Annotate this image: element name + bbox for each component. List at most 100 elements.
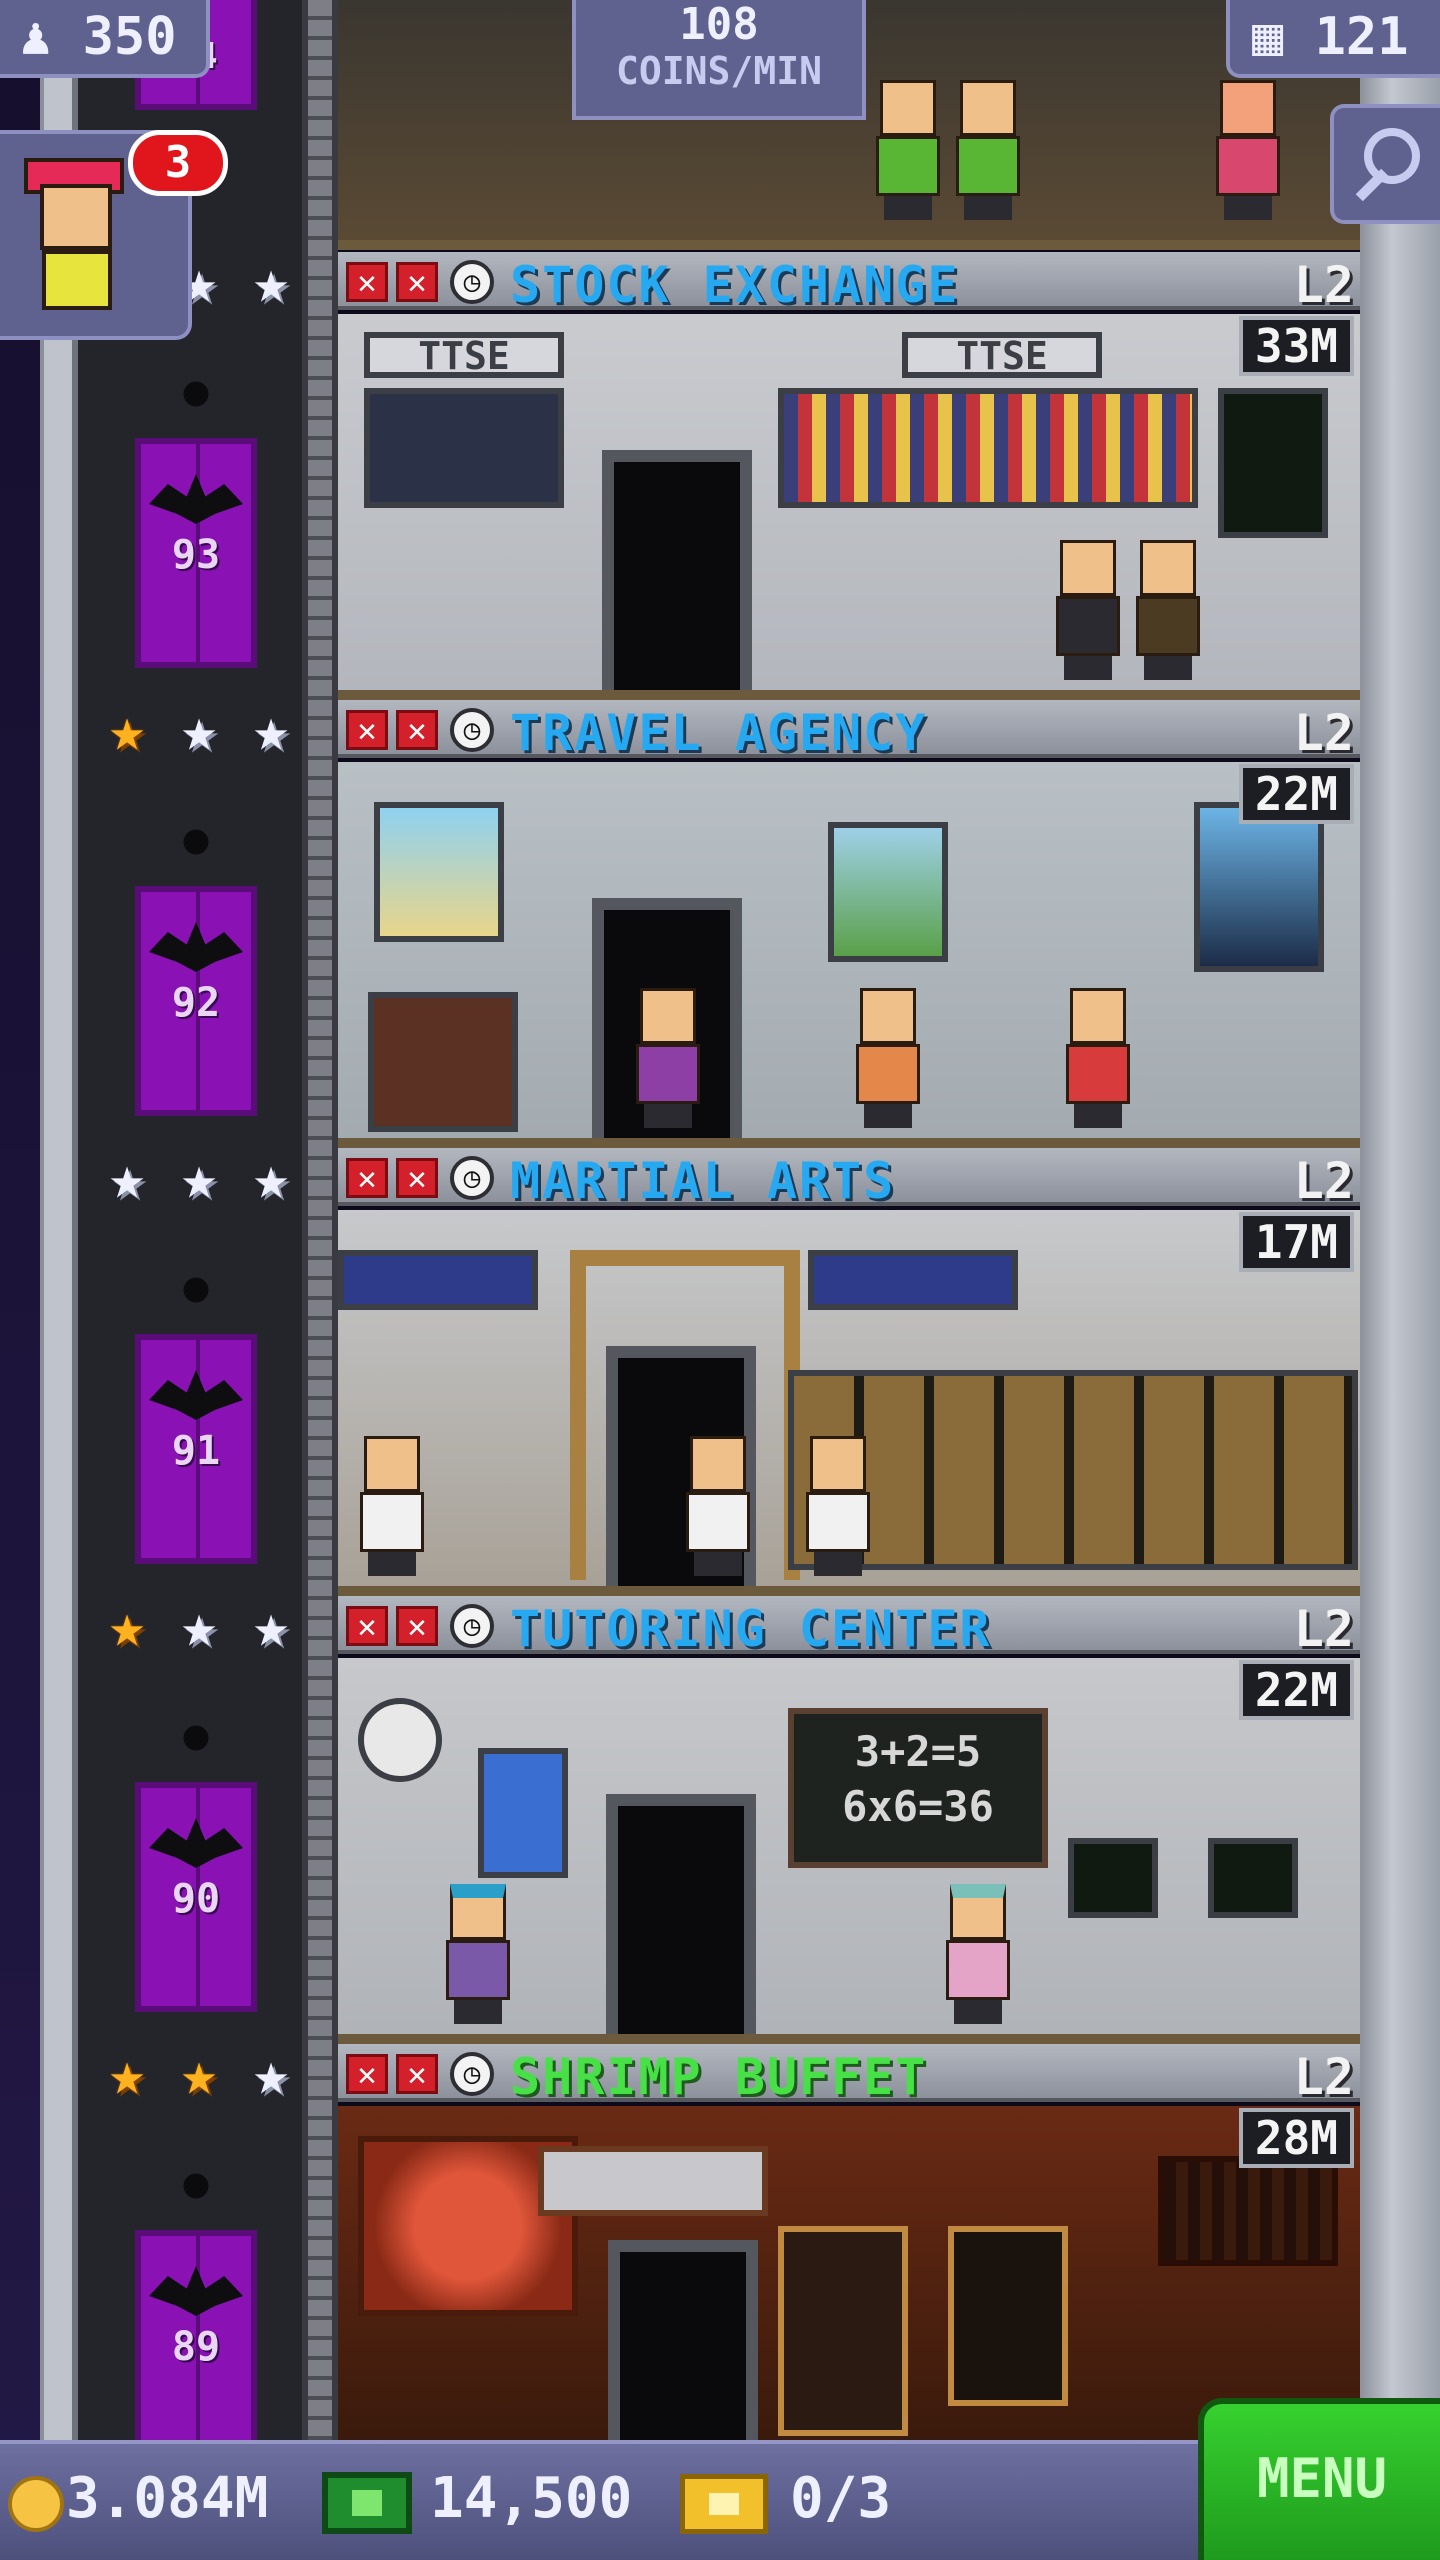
floor-level: L2 xyxy=(1293,2048,1354,2106)
star-icon: ★ xyxy=(108,2039,146,2109)
bitizen[interactable] xyxy=(938,1884,1018,2024)
floor-counter[interactable]: ▦ 121 xyxy=(1226,0,1440,78)
bitizen[interactable] xyxy=(948,80,1028,220)
room-door xyxy=(602,450,752,690)
x-icon: ✕ xyxy=(396,262,438,302)
room-interior: 3+2=5 6x6=36 xyxy=(338,1658,1360,2044)
elevator-door-92[interactable]: 92 xyxy=(135,886,257,1116)
clock-icon: ◷ xyxy=(450,1604,494,1648)
floor-title-bar[interactable]: ✕ ✕ ◷ TUTORING CENTER L2 xyxy=(338,1596,1360,1658)
floor-title-bar[interactable]: ✕ ✕ ◷ TRAVEL AGENCY L2 xyxy=(338,700,1360,762)
floor-title-bar[interactable]: ✕ ✕ ◷ SHRIMP BUFFET L2 xyxy=(338,2044,1360,2106)
wall-banner xyxy=(808,1250,1018,1310)
computer-monitor xyxy=(1208,1838,1298,1918)
elevator-track xyxy=(302,0,338,2440)
x-icon: ✕ xyxy=(346,262,388,302)
x-icon: ✕ xyxy=(346,710,388,750)
bitizen[interactable] xyxy=(1048,540,1128,680)
floor-travel-agency[interactable]: ✕ ✕ ◷ TRAVEL AGENCY L2 22M xyxy=(338,700,1360,1148)
x-icon: ✕ xyxy=(396,710,438,750)
population-counter[interactable]: ♟ 350 xyxy=(0,0,210,78)
coins-per-min-badge: 108 COINS/MIN xyxy=(572,0,866,120)
travel-poster xyxy=(828,822,948,962)
elevator-door-93[interactable]: 93 xyxy=(135,438,257,668)
floor-title-bar[interactable]: ✕ ✕ ◷ MARTIAL ARTS L2 xyxy=(338,1148,1360,1210)
bitizen[interactable] xyxy=(1208,80,1288,220)
search-button[interactable] xyxy=(1330,104,1440,224)
elevator-door-89[interactable]: 89 xyxy=(135,2230,257,2460)
x-icon: ✕ xyxy=(396,2054,438,2094)
clock-icon: ◷ xyxy=(450,708,494,752)
floor-title-bar[interactable]: ✕ ✕ ◷ STOCK EXCHANGE L2 xyxy=(338,252,1360,314)
elevator-floor-number: 90 xyxy=(171,1876,221,1922)
bitizen[interactable] xyxy=(868,80,948,220)
floor-level: L2 xyxy=(1293,704,1354,762)
travel-poster xyxy=(1194,802,1324,972)
star-icon: ★ xyxy=(252,695,290,765)
wall-banner xyxy=(338,1250,538,1310)
building-right-wall xyxy=(1360,0,1440,2440)
floor-name: TRAVEL AGENCY xyxy=(510,704,928,762)
bitizen-shirt xyxy=(42,250,112,310)
star-icon: ★ xyxy=(108,695,146,765)
bitizen[interactable] xyxy=(1128,540,1208,680)
bitizen[interactable] xyxy=(628,988,708,1128)
chalkboard-line: 3+2=5 xyxy=(854,1727,982,1776)
ticket-icon[interactable] xyxy=(680,2474,768,2534)
porthole-cabinet xyxy=(948,2226,1068,2406)
apple-poster xyxy=(478,1748,568,1878)
star-icon: ★ xyxy=(180,1591,218,1661)
x-icon: ✕ xyxy=(346,1606,388,1646)
star-icon: ★ xyxy=(180,1143,218,1213)
room-interior xyxy=(338,2106,1360,2440)
floor-count-value: 121 xyxy=(1314,7,1409,67)
star-icon: ★ xyxy=(252,2039,290,2109)
building-pillar xyxy=(40,0,78,2440)
floor-stock-exchange[interactable]: ✕ ✕ ◷ STOCK EXCHANGE L2 33M TTSE TTSE xyxy=(338,252,1360,700)
wine-rack xyxy=(1158,2156,1338,2266)
bitizen[interactable] xyxy=(1058,988,1138,1128)
wall-clock xyxy=(358,1698,442,1782)
chalkboard: 3+2=5 6x6=36 xyxy=(788,1708,1048,1868)
elevator-door-91[interactable]: 91 xyxy=(135,1334,257,1564)
clock-icon: ◷ xyxy=(450,260,494,304)
elevator-lamp xyxy=(178,818,214,878)
x-icon: ✕ xyxy=(346,2054,388,2094)
floor-stars: ★ ★ ★ xyxy=(96,1596,306,1666)
floor-martial-arts[interactable]: ✕ ✕ ◷ MARTIAL ARTS L2 17M xyxy=(338,1148,1360,1596)
notification-badge: 3 xyxy=(128,130,228,196)
coins-per-min-value: 108 xyxy=(679,0,759,50)
elevator-door-90[interactable]: 90 xyxy=(135,1782,257,2012)
star-icon: ★ xyxy=(108,1143,146,1213)
floor-shrimp-buffet[interactable]: ✕ ✕ ◷ SHRIMP BUFFET L2 28M xyxy=(338,2044,1360,2440)
bitizen[interactable] xyxy=(438,1884,518,2024)
menu-button[interactable]: MENU xyxy=(1198,2398,1440,2560)
floor-tutoring-center[interactable]: ✕ ✕ ◷ TUTORING CENTER L2 22M 3+2=5 6x6=3… xyxy=(338,1596,1360,2044)
tickets-value: 0/3 xyxy=(790,2466,892,2531)
bitizen[interactable] xyxy=(798,1436,878,1576)
coins-value: 3.084M xyxy=(66,2466,269,2531)
building-icon: ▦ xyxy=(1252,7,1284,67)
ttse-sign: TTSE xyxy=(902,332,1102,378)
bat-icon xyxy=(149,1370,243,1420)
star-icon: ★ xyxy=(252,247,290,317)
elevator-floor-number: 93 xyxy=(171,532,221,578)
floor-cost-tag: 22M xyxy=(1238,1660,1354,1720)
floor-stars: ★ ★ ★ xyxy=(96,1148,306,1218)
bux-icon[interactable] xyxy=(322,2472,412,2534)
coin-icon xyxy=(8,2476,64,2532)
clock-icon: ◷ xyxy=(450,2052,494,2096)
bitizen[interactable] xyxy=(848,988,928,1128)
floor-cost-tag: 22M xyxy=(1238,764,1354,824)
stock-ticker-board xyxy=(778,388,1198,508)
bitizen[interactable] xyxy=(352,1436,432,1576)
person-icon: ♟ xyxy=(20,7,52,67)
floor-name: TUTORING CENTER xyxy=(510,1600,992,1658)
bat-icon xyxy=(149,922,243,972)
room-door xyxy=(606,1794,756,2034)
star-icon: ★ xyxy=(180,2039,218,2109)
star-icon: ★ xyxy=(252,1143,290,1213)
floor-cost-tag: 17M xyxy=(1238,1212,1354,1272)
bitizen[interactable] xyxy=(678,1436,758,1576)
bitizen-face xyxy=(40,184,112,250)
